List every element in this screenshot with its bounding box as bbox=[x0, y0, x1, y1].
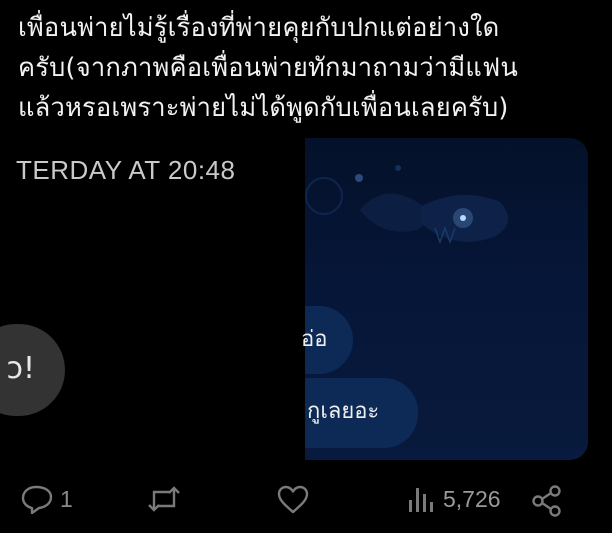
heart-icon bbox=[277, 485, 309, 514]
share-button[interactable] bbox=[530, 484, 564, 518]
outgoing-message-text-1: อ่อ bbox=[301, 327, 328, 352]
like-button[interactable] bbox=[276, 484, 310, 514]
repost-icon bbox=[148, 486, 180, 512]
reply-count: 1 bbox=[60, 485, 73, 512]
chat-timestamp: TERDAY AT 20:48 bbox=[16, 155, 236, 185]
reply-button[interactable]: 1 bbox=[20, 484, 73, 514]
views-bar-chart-icon bbox=[409, 488, 433, 512]
outgoing-message-text-2: กูเลยอะ bbox=[307, 399, 380, 424]
attached-chat-screenshot[interactable]: TERDAY AT 20:48 ɔ! อ่อ กูเลยอะ bbox=[0, 138, 588, 460]
post-action-bar: 1 5,726 bbox=[0, 476, 612, 526]
post-body: เพื่อนพ่ายไม่รู้เรื่องที่พ่ายคุยกับปกแต่… bbox=[18, 8, 603, 128]
share-icon bbox=[532, 485, 561, 517]
reply-icon bbox=[21, 485, 53, 514]
incoming-message-bubble[interactable]: ɔ! bbox=[0, 324, 65, 416]
outgoing-message-bubble-2[interactable]: กูเลยอะ bbox=[305, 378, 418, 448]
view-count: 5,726 bbox=[443, 485, 501, 512]
incoming-message-text: ɔ! bbox=[6, 351, 35, 386]
post-line-1: เพื่อนพ่ายไม่รู้เรื่องที่พ่ายคุยกับปกแต่… bbox=[18, 13, 500, 43]
post-line-3: แล้วหรอเพราะพ่ายไม่ได้พูดกับเพื่อนเลยครั… bbox=[18, 93, 509, 123]
repost-button[interactable] bbox=[146, 484, 182, 514]
post-line-2: ครับ(จากภาพคือเพื่อนพ่ายทักมาถามว่ามีแฟน bbox=[18, 53, 518, 83]
views-button[interactable]: 5,726 bbox=[405, 484, 501, 514]
